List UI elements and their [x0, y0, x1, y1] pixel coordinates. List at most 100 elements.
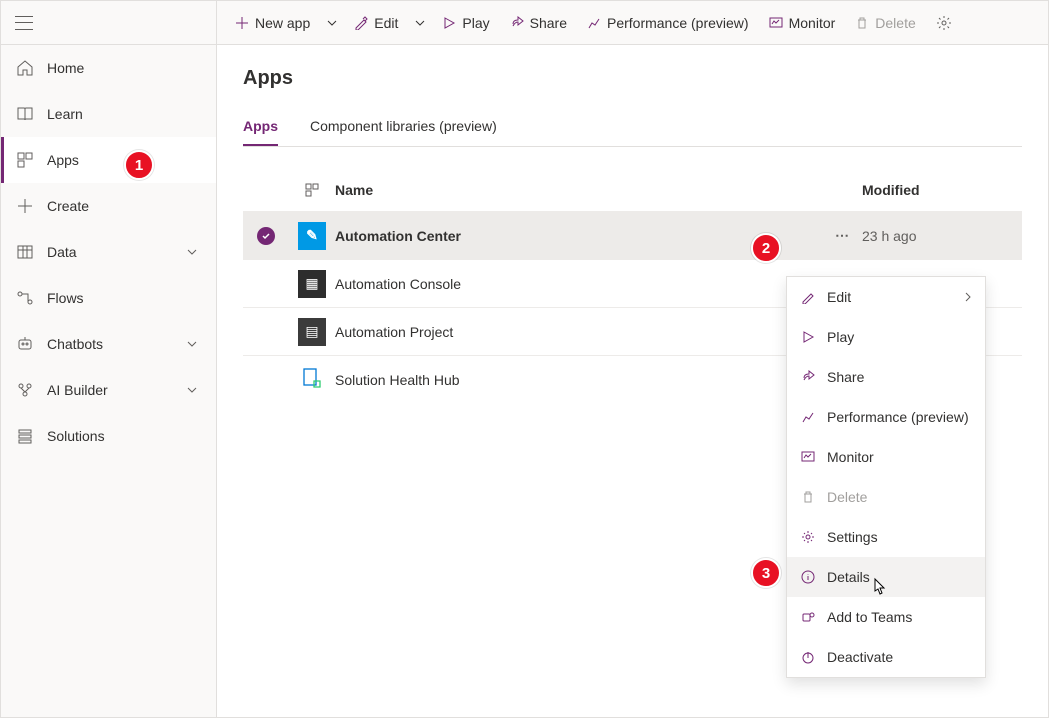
power-icon — [799, 650, 817, 664]
menu-performance[interactable]: Performance (preview) — [787, 397, 985, 437]
new-app-button[interactable]: New app — [225, 1, 320, 44]
app-icon: ✎ — [298, 222, 326, 250]
trash-icon — [799, 490, 817, 504]
menu-label: Delete — [827, 489, 973, 505]
page-title: Apps — [243, 67, 1022, 90]
menu-delete[interactable]: Delete — [787, 477, 985, 517]
app-icon: ▦ — [298, 270, 326, 298]
sidebar-item-chatbots[interactable]: Chatbots — [1, 321, 216, 367]
sidebar-item-home[interactable]: Home — [1, 45, 216, 91]
bot-icon — [15, 335, 35, 353]
performance-button[interactable]: Performance (preview) — [577, 1, 759, 44]
menu-label: Deactivate — [827, 649, 973, 665]
menu-label: Performance (preview) — [827, 409, 973, 425]
app-icon: ▤ — [298, 318, 326, 346]
sidebar-item-label: AI Builder — [47, 382, 182, 398]
context-menu: Edit Play Share Performance (preview) Mo… — [786, 276, 986, 678]
chart-icon — [799, 410, 817, 424]
menu-settings[interactable]: Settings — [787, 517, 985, 557]
app-name: Automation Project — [335, 324, 822, 340]
share-icon — [510, 16, 524, 30]
sidebar-item-label: Chatbots — [47, 336, 182, 352]
home-icon — [15, 59, 35, 77]
monitor-button[interactable]: Monitor — [759, 1, 846, 44]
apps-icon — [15, 151, 35, 169]
sidebar-item-learn[interactable]: Learn — [1, 91, 216, 137]
menu-label: Share — [827, 369, 973, 385]
menu-share[interactable]: Share — [787, 357, 985, 397]
share-icon — [799, 370, 817, 384]
column-modified-header[interactable]: Modified — [862, 182, 1022, 198]
sidebar-item-flows[interactable]: Flows — [1, 275, 216, 321]
flow-icon — [15, 289, 35, 307]
app-icon — [300, 366, 324, 393]
step-badge-1: 1 — [124, 150, 154, 180]
edit-button[interactable]: Edit — [344, 1, 408, 44]
sidebar-item-create[interactable]: Create — [1, 183, 216, 229]
menu-label: Settings — [827, 529, 973, 545]
sidebar: Home Learn Apps Create Data — [1, 1, 217, 717]
info-icon — [799, 570, 817, 584]
delete-button[interactable]: Delete — [845, 1, 925, 44]
step-badge-3: 3 — [751, 558, 781, 588]
toolbar-label: Performance (preview) — [607, 15, 749, 31]
menu-edit[interactable]: Edit — [787, 277, 985, 317]
data-icon — [15, 243, 35, 261]
column-icon-header[interactable] — [289, 182, 335, 198]
share-button[interactable]: Share — [500, 1, 577, 44]
menu-label: Play — [827, 329, 973, 345]
toolbar-label: New app — [255, 15, 310, 31]
sidebar-item-solutions[interactable]: Solutions — [1, 413, 216, 459]
toolbar: New app Edit Play Share Perfor — [217, 1, 1048, 45]
tab-component-libraries[interactable]: Component libraries (preview) — [310, 118, 497, 146]
plus-icon — [15, 197, 35, 215]
hamburger-menu[interactable] — [1, 1, 216, 45]
menu-details[interactable]: Details — [787, 557, 985, 597]
toolbar-label: Edit — [374, 15, 398, 31]
table-row[interactable]: ✎ Automation Center ⋯ 23 h ago — [243, 211, 1022, 259]
edit-icon — [354, 16, 368, 30]
sidebar-item-label: Learn — [47, 106, 202, 122]
sidebar-item-apps[interactable]: Apps — [1, 137, 216, 183]
chevron-down-icon — [182, 384, 202, 396]
sidebar-item-data[interactable]: Data — [1, 229, 216, 275]
new-app-chevron[interactable] — [320, 1, 344, 44]
menu-label: Add to Teams — [827, 609, 973, 625]
menu-deactivate[interactable]: Deactivate — [787, 637, 985, 677]
row-more-button[interactable]: ⋯ — [822, 227, 862, 244]
menu-monitor[interactable]: Monitor — [787, 437, 985, 477]
list-header: Name Modified — [243, 169, 1022, 211]
settings-gear[interactable] — [926, 1, 962, 44]
play-button[interactable]: Play — [432, 1, 499, 44]
toolbar-label: Share — [530, 15, 567, 31]
sidebar-item-label: Flows — [47, 290, 202, 306]
chevron-down-icon — [182, 246, 202, 258]
sidebar-item-label: Solutions — [47, 428, 202, 444]
app-modified: 23 h ago — [862, 228, 1022, 244]
ai-icon — [15, 381, 35, 399]
plus-icon — [235, 16, 249, 30]
step-badge-2: 2 — [751, 233, 781, 263]
column-name-header[interactable]: Name — [335, 182, 822, 198]
sidebar-item-label: Home — [47, 60, 202, 76]
chart-icon — [587, 16, 601, 30]
menu-label: Details — [827, 569, 973, 585]
menu-play[interactable]: Play — [787, 317, 985, 357]
edit-chevron[interactable] — [408, 1, 432, 44]
chevron-down-icon — [182, 338, 202, 350]
selected-check-icon[interactable] — [257, 227, 275, 245]
menu-label: Monitor — [827, 449, 973, 465]
menu-add-to-teams[interactable]: Add to Teams — [787, 597, 985, 637]
gear-icon — [799, 530, 817, 544]
tab-apps[interactable]: Apps — [243, 118, 278, 146]
sidebar-item-ai-builder[interactable]: AI Builder — [1, 367, 216, 413]
teams-icon — [799, 610, 817, 624]
app-name: Solution Health Hub — [335, 372, 822, 388]
toolbar-label: Monitor — [789, 15, 836, 31]
play-icon — [799, 330, 817, 344]
play-icon — [442, 16, 456, 30]
toolbar-label: Play — [462, 15, 489, 31]
app-name: Automation Console — [335, 276, 822, 292]
sidebar-item-label: Create — [47, 198, 202, 214]
chevron-right-icon — [963, 289, 973, 305]
